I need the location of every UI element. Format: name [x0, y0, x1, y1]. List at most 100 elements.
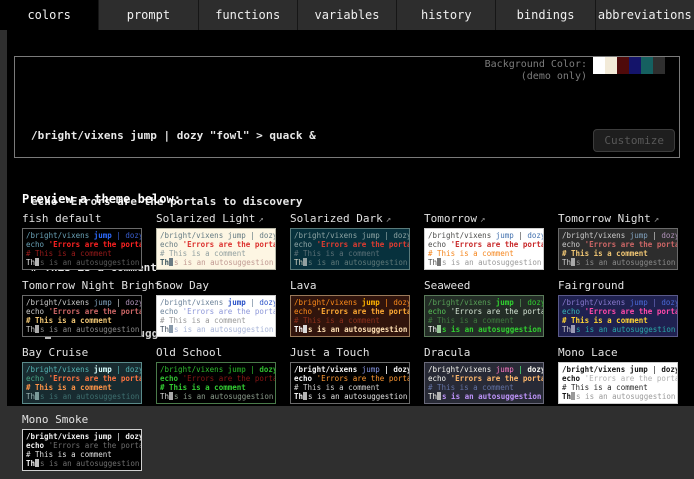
theme-title[interactable]: Tomorrow Night↗: [558, 212, 688, 225]
theme-title[interactable]: Lava: [290, 279, 420, 292]
tab-variables[interactable]: variables: [298, 0, 397, 30]
tab-functions[interactable]: functions: [199, 0, 298, 30]
theme-title[interactable]: Solarized Light↗: [156, 212, 286, 225]
preview-line-4: Ths is an autosuggestion: [26, 459, 138, 468]
preview-cursor: [571, 325, 575, 333]
theme-card[interactable]: /bright/vixens jump | dozy "echo 'Errors…: [156, 362, 276, 404]
preview-line-2: echo 'Errors are the portals: [160, 307, 272, 316]
theme-card[interactable]: /bright/vixens jump | dozy "echo 'Errors…: [22, 228, 142, 270]
theme-cell: Mono Smoke/bright/vixens jump | dozy "ec…: [18, 412, 152, 471]
theme-title[interactable]: Old School: [156, 346, 286, 359]
preview-line-3: # This is a comment: [160, 383, 272, 392]
preview-line-3: # This is a comment: [160, 249, 272, 258]
preview-line-1: /bright/vixens jump | dozy ": [26, 432, 138, 441]
preview-line-2: echo 'Errors are the portals: [26, 374, 138, 383]
theme-card[interactable]: /bright/vixens jump | dozy "echo 'Errors…: [22, 429, 142, 471]
background-swatch-3[interactable]: [629, 57, 641, 74]
theme-card[interactable]: /bright/vixens jump | dozy "echo 'Errors…: [290, 228, 410, 270]
background-swatch-4[interactable]: [641, 57, 653, 74]
theme-title[interactable]: Bay Cruise: [22, 346, 152, 359]
theme-name: Lava: [290, 279, 317, 292]
preview-cursor: [169, 392, 173, 400]
preview-line-2: echo 'Errors are the portals: [160, 374, 272, 383]
preview-line-4: Ths is an autosuggestion: [428, 392, 540, 401]
theme-title[interactable]: Fairground: [558, 279, 688, 292]
theme-cell: Mono Lace/bright/vixens jump | dozy "ech…: [554, 345, 688, 404]
preview-line-1: /bright/vixens jump | dozy ": [26, 298, 138, 307]
theme-title[interactable]: Mono Lace: [558, 346, 688, 359]
theme-card[interactable]: /bright/vixens jump | dozy "echo 'Errors…: [424, 228, 544, 270]
tab-abbreviations[interactable]: abbreviations: [596, 0, 694, 30]
theme-title[interactable]: Dracula: [424, 346, 554, 359]
external-link-icon[interactable]: ↗: [654, 215, 659, 225]
preview-cursor: [169, 325, 173, 333]
preview-line-4: Ths is an autosuggestion: [294, 392, 406, 401]
theme-card[interactable]: /bright/vixens jump | dozy "echo 'Errors…: [22, 362, 142, 404]
tab-history[interactable]: history: [397, 0, 496, 30]
theme-card[interactable]: /bright/vixens jump | dozy "echo 'Errors…: [558, 295, 678, 337]
preview-cursor: [303, 258, 307, 266]
preview-line-2: echo 'Errors are the portals: [428, 374, 540, 383]
theme-title[interactable]: fish default: [22, 212, 152, 225]
customize-button[interactable]: Customize: [593, 129, 675, 152]
preview-cursor: [35, 459, 39, 467]
theme-name: Tomorrow Night: [558, 212, 651, 225]
preview-line-3: # This is a comment: [160, 316, 272, 325]
theme-card[interactable]: /bright/vixens jump | dozy "echo 'Errors…: [558, 362, 678, 404]
preview-line-2: echo 'Errors are the portals: [294, 240, 406, 249]
colors-tab-content: Background Color: (demo only) /bright/vi…: [7, 30, 694, 406]
theme-title[interactable]: Seaweed: [424, 279, 554, 292]
external-link-icon[interactable]: ↗: [386, 215, 391, 225]
theme-title[interactable]: Tomorrow Night Bright↗: [22, 279, 152, 292]
background-swatch-5[interactable]: [653, 57, 665, 74]
background-color-label-line1: Background Color:: [485, 59, 587, 71]
theme-name: Solarized Light: [156, 212, 255, 225]
preview-line-3: # This is a comment: [26, 316, 138, 325]
theme-name: Tomorrow Night Bright: [22, 279, 161, 292]
theme-name: Fairground: [558, 279, 624, 292]
theme-title[interactable]: Snow Day: [156, 279, 286, 292]
theme-card[interactable]: /bright/vixens jump | dozy "echo 'Errors…: [290, 295, 410, 337]
preview-line-3: # This is a comment: [428, 383, 540, 392]
preview-line-3: # This is a comment: [428, 316, 540, 325]
background-swatch-2[interactable]: [617, 57, 629, 74]
tab-colors[interactable]: colors: [0, 0, 99, 30]
preview-line-3: # This is a comment: [428, 249, 540, 258]
theme-title[interactable]: Mono Smoke: [22, 413, 152, 426]
theme-name: Bay Cruise: [22, 346, 88, 359]
theme-cell: Dracula/bright/vixens jump | dozy "echo …: [420, 345, 554, 404]
theme-card[interactable]: /bright/vixens jump | dozy "echo 'Errors…: [22, 295, 142, 337]
background-swatch-1[interactable]: [605, 57, 617, 74]
preview-line-2: echo 'Errors are the portals: [562, 240, 674, 249]
tab-bindings[interactable]: bindings: [496, 0, 595, 30]
theme-title[interactable]: Tomorrow↗: [424, 212, 554, 225]
preview-cursor: [35, 325, 39, 333]
tab-prompt[interactable]: prompt: [99, 0, 198, 30]
theme-cell: Tomorrow↗ /bright/vixens jump | dozy "ech…: [420, 211, 554, 270]
preview-line-1: /bright/vixens jump | dozy ": [428, 231, 540, 240]
theme-name: Mono Smoke: [22, 413, 88, 426]
background-swatch-row: [593, 57, 677, 74]
theme-card[interactable]: /bright/vixens jump | dozy "echo 'Errors…: [156, 295, 276, 337]
theme-card[interactable]: /bright/vixens jump | dozy "echo 'Errors…: [290, 362, 410, 404]
theme-title[interactable]: Solarized Dark↗: [290, 212, 420, 225]
theme-name: Mono Lace: [558, 346, 618, 359]
theme-card[interactable]: /bright/vixens jump | dozy "echo 'Errors…: [156, 228, 276, 270]
preview-line-4: Ths is an autosuggestion: [26, 392, 138, 401]
background-swatch-6[interactable]: [665, 57, 677, 74]
theme-name: Solarized Dark: [290, 212, 383, 225]
preview-line-2: echo 'Errors are the portals: [160, 240, 272, 249]
theme-card[interactable]: /bright/vixens jump | dozy "echo 'Errors…: [424, 362, 544, 404]
preview-line-1: /bright/vixens jump | dozy ": [428, 298, 540, 307]
external-link-icon[interactable]: ↗: [480, 215, 485, 225]
theme-cell: Tomorrow Night↗ /bright/vixens jump | doz…: [554, 211, 688, 270]
external-link-icon[interactable]: ↗: [258, 215, 263, 225]
theme-card[interactable]: /bright/vixens jump | dozy "echo 'Errors…: [424, 295, 544, 337]
theme-card[interactable]: /bright/vixens jump | dozy "echo 'Errors…: [558, 228, 678, 270]
preview-line-4: Ths is an autosuggestion: [26, 325, 138, 334]
preview-line-3: # This is a comment: [562, 316, 674, 325]
background-swatch-0[interactable]: [593, 57, 605, 74]
preview-line-1: /bright/vixens jump | dozy ": [26, 231, 138, 240]
preview-cursor: [303, 392, 307, 400]
theme-title[interactable]: Just a Touch: [290, 346, 420, 359]
